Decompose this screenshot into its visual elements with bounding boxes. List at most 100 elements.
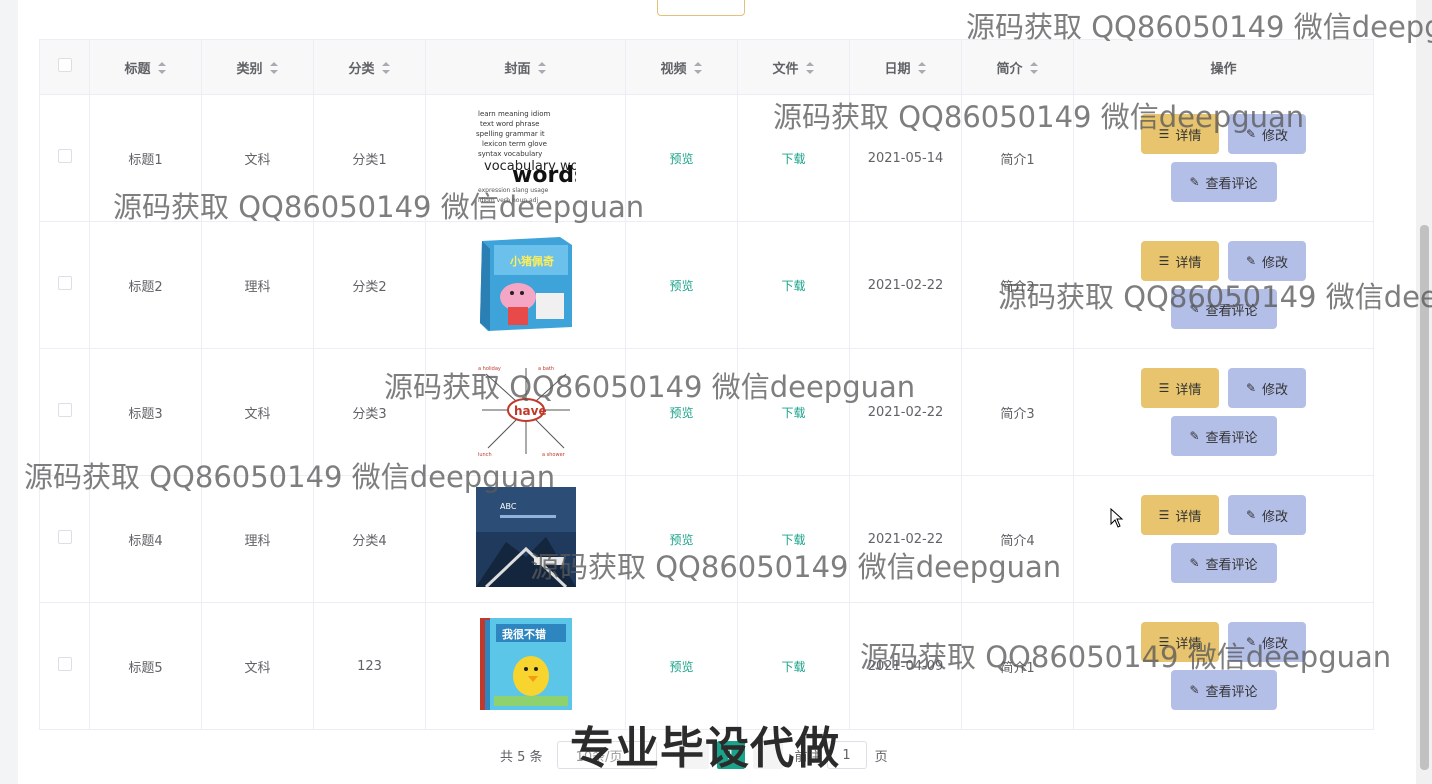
detail-button[interactable]: ☰ 详情 — [1141, 114, 1219, 154]
cover-image: 我很不错 — [475, 614, 576, 714]
svg-text:a holiday: a holiday — [478, 366, 501, 372]
sort-icon[interactable] — [693, 61, 703, 74]
document-icon: ☰ — [1158, 381, 1170, 395]
cover-image: 小猪佩奇 — [475, 233, 576, 333]
page-unit-label: 页 — [874, 749, 888, 765]
cell-category: 分类4 — [313, 475, 426, 603]
document-icon: ☰ — [1158, 127, 1170, 141]
pencil-icon: ✎ — [1189, 556, 1200, 570]
column-header-category[interactable]: 分类 — [313, 39, 426, 95]
pencil-icon: ✎ — [1245, 254, 1257, 268]
video-preview-link[interactable]: 预览 — [669, 660, 693, 674]
cover-image: ABC — [475, 487, 576, 587]
cell-date: 2021-02-22 — [849, 221, 962, 349]
column-header-actions: 操作 — [1073, 39, 1374, 95]
view-comments-button[interactable]: ✎ 查看评论 — [1170, 162, 1277, 202]
svg-text:a bath: a bath — [538, 366, 554, 372]
cell-intro: 简介1 — [961, 94, 1074, 222]
cell-type: 文科 — [201, 94, 314, 222]
pencil-icon: ✎ — [1189, 302, 1200, 316]
select-all-checkbox[interactable] — [57, 58, 72, 72]
svg-text:text word phrase: text word phrase — [480, 120, 539, 128]
row-checkbox[interactable] — [57, 149, 72, 163]
file-download-link[interactable]: 下载 — [781, 406, 805, 420]
edit-button[interactable]: ✎ 修改 — [1228, 114, 1306, 154]
promo-banner: 专业毕设代做 — [570, 723, 840, 774]
view-comments-button[interactable]: ✎ 查看评论 — [1170, 670, 1277, 710]
document-icon: ☰ — [1158, 635, 1170, 649]
cell-type: 理科 — [201, 221, 314, 349]
cell-title: 标题3 — [89, 348, 202, 476]
cell-intro: 简介2 — [961, 221, 1074, 349]
video-preview-link[interactable]: 预览 — [669, 279, 693, 293]
svg-text:expression slang usage: expression slang usage — [478, 187, 549, 194]
svg-text:a shower: a shower — [542, 452, 566, 458]
edit-button[interactable]: ✎ 修改 — [1228, 622, 1306, 662]
column-header-title[interactable]: 标题 — [89, 39, 202, 95]
table-row: 标题5 文科 123 我很不错 预览 下载 2021-04-09 简介1 ☰ 详… — [39, 602, 1374, 730]
add-button[interactable] — [657, 0, 745, 16]
cell-title: 标题4 — [89, 475, 202, 603]
cell-title: 标题5 — [89, 602, 202, 730]
cell-date: 2021-05-14 — [849, 94, 962, 222]
cell-intro: 简介4 — [961, 475, 1074, 603]
row-checkbox[interactable] — [57, 276, 72, 290]
row-checkbox[interactable] — [57, 403, 72, 417]
file-download-link[interactable]: 下载 — [781, 533, 805, 547]
svg-text:spelling grammar it: spelling grammar it — [476, 130, 545, 138]
edit-button[interactable]: ✎ 修改 — [1228, 241, 1306, 281]
vertical-scrollbar[interactable] — [1416, 0, 1432, 784]
pencil-icon: ✎ — [1245, 635, 1257, 649]
cell-category: 123 — [313, 602, 426, 730]
column-header-cover[interactable]: 封面 — [425, 39, 626, 95]
video-preview-link[interactable]: 预览 — [669, 152, 693, 166]
row-checkbox[interactable] — [57, 530, 72, 544]
svg-text:我很不错: 我很不错 — [502, 627, 546, 641]
edit-button[interactable]: ✎ 修改 — [1228, 495, 1306, 535]
pencil-icon: ✎ — [1245, 381, 1257, 395]
detail-button[interactable]: ☰ 详情 — [1141, 368, 1219, 408]
edit-button[interactable]: ✎ 修改 — [1228, 368, 1306, 408]
sort-icon[interactable] — [537, 61, 547, 74]
row-checkbox[interactable] — [57, 657, 72, 671]
column-header-intro[interactable]: 简介 — [961, 39, 1074, 95]
pagination-total: 共 5 条 — [500, 749, 543, 765]
cell-title: 标题2 — [89, 221, 202, 349]
sort-icon[interactable] — [157, 61, 167, 74]
sort-icon[interactable] — [381, 61, 391, 74]
svg-text:have: have — [514, 404, 547, 418]
video-preview-link[interactable]: 预览 — [669, 533, 693, 547]
column-header-file[interactable]: 文件 — [737, 39, 850, 95]
cell-intro: 简介1 — [961, 602, 1074, 730]
sort-icon[interactable] — [917, 61, 927, 74]
cell-date: 2021-04-09 — [849, 602, 962, 730]
detail-button[interactable]: ☰ 详情 — [1141, 241, 1219, 281]
file-download-link[interactable]: 下载 — [781, 279, 805, 293]
column-header-type[interactable]: 类别 — [201, 39, 314, 95]
column-header-date[interactable]: 日期 — [849, 39, 962, 95]
cell-date: 2021-02-22 — [849, 348, 962, 476]
document-icon: ☰ — [1158, 508, 1170, 522]
svg-text:lunch: lunch — [478, 452, 492, 458]
pencil-icon: ✎ — [1189, 429, 1200, 443]
detail-button[interactable]: ☰ 详情 — [1141, 622, 1219, 662]
sort-icon[interactable] — [269, 61, 279, 74]
cell-intro: 简介3 — [961, 348, 1074, 476]
cell-category: 分类3 — [313, 348, 426, 476]
svg-text:小猪佩奇: 小猪佩奇 — [509, 254, 554, 268]
file-download-link[interactable]: 下载 — [781, 660, 805, 674]
column-header-video[interactable]: 视频 — [625, 39, 738, 95]
view-comments-button[interactable]: ✎ 查看评论 — [1170, 416, 1277, 456]
video-preview-link[interactable]: 预览 — [669, 406, 693, 420]
file-download-link[interactable]: 下载 — [781, 152, 805, 166]
table-row: 标题1 文科 分类1 learn meaning idiom text word … — [39, 94, 1374, 222]
pencil-icon: ✎ — [1245, 127, 1257, 141]
sort-icon[interactable] — [1029, 61, 1039, 74]
view-comments-button[interactable]: ✎ 查看评论 — [1170, 543, 1277, 583]
svg-text:learn meaning idiom: learn meaning idiom — [478, 110, 550, 118]
view-comments-button[interactable]: ✎ 查看评论 — [1170, 289, 1277, 329]
sort-icon[interactable] — [805, 61, 815, 74]
scrollbar-thumb[interactable] — [1420, 225, 1429, 770]
cell-date: 2021-02-22 — [849, 475, 962, 603]
detail-button[interactable]: ☰ 详情 — [1141, 495, 1219, 535]
